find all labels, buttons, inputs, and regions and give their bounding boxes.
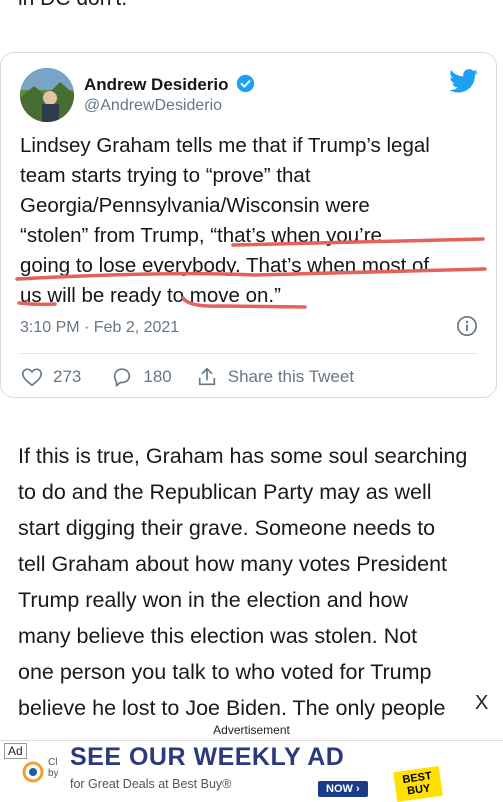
- share-tweet-button[interactable]: Share this Tweet: [196, 366, 354, 388]
- share-icon: [198, 367, 215, 386]
- reply-icon: [114, 368, 131, 387]
- embedded-tweet-card[interactable]: Andrew Desiderio @AndrewDesiderio Lindse…: [0, 52, 497, 398]
- author-name[interactable]: Andrew Desiderio: [84, 75, 229, 95]
- article-line: many believe this election was stolen. N…: [18, 624, 418, 648]
- tweet-timestamp[interactable]: 3:10 PM · Feb 2, 2021: [20, 319, 179, 337]
- adchoices-icon[interactable]: [22, 761, 44, 783]
- article-previous-text: in DC don't.: [18, 0, 127, 12]
- like-count: 273: [53, 367, 82, 386]
- tweet-text: Lindsey Graham tells me that if Trump’s …: [20, 131, 495, 311]
- ad-subheadline: for Great Deals at Best Buy®: [70, 777, 232, 791]
- tweet-divider: [19, 353, 478, 354]
- twitter-bird-icon[interactable]: [449, 69, 479, 93]
- article-line: believe he lost to Joe Biden. The only p…: [18, 696, 446, 720]
- article-line: to do and the Republican Party may as we…: [18, 480, 432, 504]
- verified-badge-icon: [236, 74, 255, 93]
- tweet-text-line: “stolen” from Trump, “that’s when you’re: [20, 224, 382, 247]
- ad-close-button[interactable]: X: [475, 692, 488, 715]
- ad-cta-button[interactable]: NOW ›: [318, 781, 368, 797]
- tweet-text-line: going to lose everybody. That’s when mos…: [20, 254, 430, 277]
- article-body: If this is true, Graham has some soul se…: [18, 438, 493, 726]
- article-line: start digging their grave. Someone needs…: [18, 516, 436, 540]
- article-line: one person you talk to who voted for Tru…: [18, 660, 432, 684]
- like-button[interactable]: 273: [21, 366, 81, 388]
- share-label: Share this Tweet: [227, 367, 355, 386]
- reply-count: 180: [143, 367, 172, 386]
- tweet-text-line: us will be ready to move on.”: [20, 284, 281, 307]
- author-handle[interactable]: @AndrewDesiderio: [84, 97, 222, 115]
- ad-headline[interactable]: SEE OUR WEEKLY AD: [70, 743, 344, 772]
- info-icon[interactable]: [456, 315, 478, 337]
- tweet-text-line: Lindsey Graham tells me that if Trump’s …: [20, 134, 430, 157]
- tweet-actions: 273 180 Share this Tweet: [21, 365, 354, 389]
- article-line: Trump really won in the election and how: [18, 588, 408, 612]
- tweet-text-line: team starts trying to “prove” that: [20, 164, 311, 187]
- article-line: If this is true, Graham has some soul se…: [18, 444, 468, 468]
- heart-icon: [22, 368, 42, 387]
- author-avatar[interactable]: [20, 68, 74, 122]
- tweet-text-line: Georgia/Pennsylvania/Wisconsin were: [20, 194, 370, 217]
- ad-badge: Ad: [4, 743, 27, 759]
- article-line: tell Graham about how many votes Preside…: [18, 552, 448, 576]
- ad-banner[interactable]: Ad Cl by SEE OUR WEEKLY AD for Great Dea…: [0, 740, 503, 802]
- advertisement-label: Advertisement: [213, 723, 290, 737]
- reply-button[interactable]: 180: [111, 366, 172, 388]
- best-buy-logo[interactable]: BEST BUY: [393, 765, 443, 802]
- adchoices-text[interactable]: Cl by: [48, 757, 59, 779]
